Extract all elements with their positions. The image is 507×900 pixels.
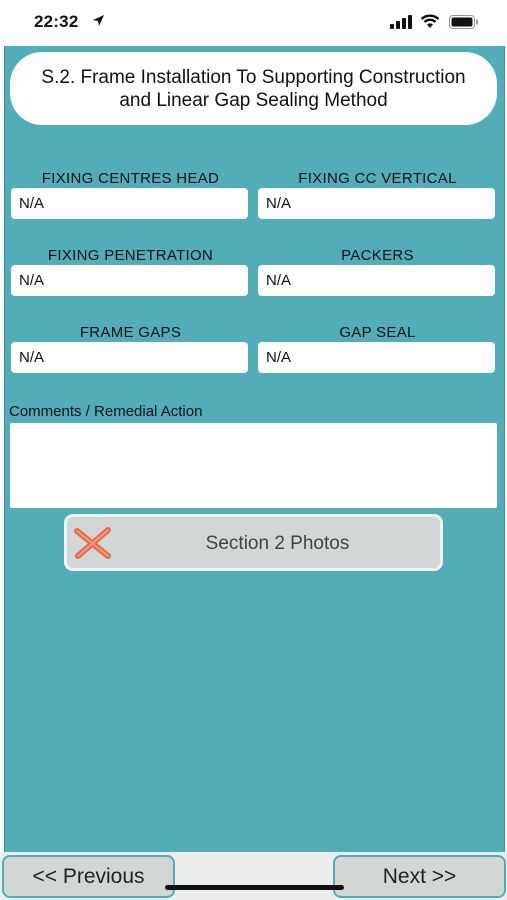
status-time: 22:32 [34,12,79,31]
section-photos-label: Section 2 Photos [205,533,350,554]
fixing-centres-head-field[interactable]: N/A [11,188,248,219]
packers-field[interactable]: N/A [258,265,495,296]
frame-gaps-field[interactable]: N/A [11,342,248,373]
comments-textarea[interactable] [10,423,497,508]
field-label-frame-gaps: FRAME GAPS [79,324,182,341]
field-label-packers: PACKERS [341,247,414,264]
battery-icon [449,15,478,29]
comments-label: Comments / Remedial Action [9,403,203,420]
location-arrow-icon [93,15,104,26]
section-photos-button[interactable]: Section 2 Photos [64,514,443,571]
home-indicator[interactable] [165,885,344,890]
next-button[interactable]: Next >> [333,855,506,898]
fixing-cc-vertical-field[interactable]: N/A [258,188,495,219]
wifi-icon [420,14,440,28]
field-label-fixing-cc-vertical: FIXING CC VERTICAL [298,170,457,187]
field-label-fixing-penetration: FIXING PENETRATION [47,247,214,264]
field-label-fixing-centres-head: FIXING CENTRES HEAD [41,170,220,187]
field-label-gap-seal: GAP SEAL [339,324,416,341]
cellular-signal-icon [390,15,412,29]
fixing-penetration-field[interactable]: N/A [11,265,248,296]
section-title: S.2. Frame Installation To Supporting Co… [10,52,497,125]
gap-seal-field[interactable]: N/A [258,342,495,373]
previous-button[interactable]: << Previous [2,855,175,898]
status-bar: 22:32 [0,0,507,46]
